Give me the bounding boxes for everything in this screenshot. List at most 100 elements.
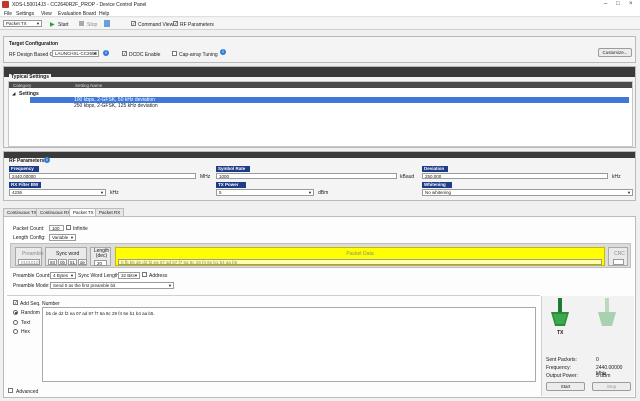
- sync-word-label: Sync word: [56, 251, 80, 257]
- length-label: Length (dec): [93, 248, 110, 259]
- chevron-down-icon: ▼: [134, 273, 138, 278]
- symbol-rate-input[interactable]: 1000: [216, 173, 397, 179]
- whitening-value: No whitening: [425, 190, 452, 195]
- rf-parameters-checkbox[interactable]: ✓: [173, 21, 178, 26]
- menu-file[interactable]: File: [4, 11, 12, 17]
- category-column-header[interactable]: Category: [13, 83, 31, 88]
- tab-packet-tx[interactable]: Packet TX: [69, 208, 98, 216]
- sync-byte-0[interactable]: 93: [48, 259, 57, 265]
- sync-byte-3[interactable]: de: [78, 259, 87, 265]
- dcdc-enable-label: DCDC Enable: [129, 52, 161, 58]
- settings-column-header: [9, 82, 632, 88]
- dcdc-enable-checkbox[interactable]: ✓: [122, 51, 127, 56]
- rf-design-select[interactable]: LAUNCHXL-CC2650 ▼: [52, 50, 99, 57]
- rx-antenna-icon: [598, 298, 616, 326]
- mode-select-value: Packet TX: [6, 21, 27, 26]
- crc-label: CRC: [614, 251, 625, 257]
- command-view-checkbox[interactable]: ✓: [131, 21, 136, 26]
- preamble-box: Preamble 01010101...: [15, 247, 44, 266]
- crc-value[interactable]: [613, 259, 624, 265]
- random-label: Random: [21, 310, 40, 316]
- info-icon[interactable]: i: [44, 157, 50, 163]
- rf-design-label: RF Design Based On:: [9, 52, 58, 58]
- rx-filter-bw-unit: kHz: [110, 190, 119, 196]
- address-checkbox[interactable]: [142, 272, 147, 277]
- collapse-icon[interactable]: ◢: [12, 91, 15, 97]
- status-panel: TX Sent Packets: 0 Frequency: 2440.00000…: [541, 296, 634, 396]
- sent-packets-label: Sent Packets:: [546, 357, 577, 363]
- menu-evaluation-board[interactable]: Evaluation Board: [58, 11, 96, 17]
- save-icon[interactable]: [104, 20, 110, 27]
- tx-label: TX: [557, 330, 564, 336]
- target-config-heading: Target Configuration: [9, 41, 59, 47]
- typical-settings-header-bar: [4, 67, 635, 77]
- info-icon[interactable]: i: [103, 50, 109, 56]
- packet-data-input[interactable]: 0 fb b5 de d2 f2 ea 07 ad 97 f7 6a 8c 29…: [118, 259, 602, 265]
- chevron-down-icon: ▼: [308, 190, 312, 195]
- app-icon: [2, 1, 9, 8]
- rx-filter-bw-select[interactable]: 4236 ▼: [9, 189, 106, 196]
- tab-packet-rx[interactable]: Packet RX: [95, 208, 125, 216]
- hex-label: Hex: [21, 329, 30, 335]
- preamble-value[interactable]: 01010101...: [18, 259, 40, 265]
- frequency-status-label: Frequency:: [546, 365, 572, 371]
- add-seq-number-checkbox[interactable]: ✓: [13, 300, 18, 305]
- output-power-value: 5 dBm: [596, 373, 611, 379]
- toolbar: Packet TX ▼ ▶ Start Stop ✓ Command View ✓…: [0, 18, 640, 30]
- customize-button[interactable]: Customize...: [598, 48, 632, 57]
- rf-parameters-header-bar: [4, 152, 635, 158]
- payload-textarea[interactable]: b5 de d2 f2 ea 07 ad 97 f7 6a 8c 29 f4 6…: [42, 307, 536, 382]
- advanced-checkbox[interactable]: [8, 388, 13, 393]
- menu-settings[interactable]: Settings: [16, 11, 34, 17]
- whitening-label: Whitening: [422, 182, 452, 188]
- list-item[interactable]: 250 kbps, 2-GFSK, 125 kHz deviation: [30, 103, 629, 109]
- menu-bar: File Settings View Evaluation Board Help: [0, 9, 640, 17]
- window-title: XDS-L50014J3 - CC2640R2F_PROP - Device C…: [12, 1, 147, 8]
- length-box: Length (dec) 20: [90, 247, 111, 266]
- title-bar: XDS-L50014J3 - CC2640R2F_PROP - Device C…: [0, 0, 640, 9]
- sync-byte-1[interactable]: 0b: [58, 259, 67, 265]
- packet-count-input[interactable]: 100: [49, 225, 64, 231]
- sync-word-length-select[interactable]: 32 Bits ▼: [118, 272, 140, 279]
- typical-settings-panel: Typical Settings Category Setting Name ◢…: [3, 66, 636, 148]
- frequency-input[interactable]: 2440.00000: [9, 173, 196, 179]
- start-button[interactable]: Start: [58, 22, 69, 28]
- menu-help[interactable]: Help: [99, 11, 109, 17]
- setting-name-column-header[interactable]: Setting Name: [75, 83, 102, 88]
- preamble-count-select[interactable]: 4 Bytes ▼: [50, 272, 76, 279]
- maximize-icon[interactable]: □: [616, 1, 620, 7]
- stop-icon[interactable]: [79, 21, 84, 26]
- symbol-rate-label: Symbol Rate: [216, 166, 250, 172]
- infinite-checkbox[interactable]: [66, 225, 71, 230]
- deviation-input[interactable]: 250.000: [422, 173, 608, 179]
- preamble-label: Preamble: [22, 251, 44, 257]
- stop-button[interactable]: Stop: [592, 382, 631, 391]
- divider: [7, 295, 540, 296]
- close-icon[interactable]: ×: [629, 1, 633, 7]
- minimize-icon[interactable]: –: [604, 1, 607, 7]
- chevron-down-icon: ▼: [168, 283, 172, 288]
- mode-tabs: Continuous TX Continuous RX Packet TX Pa…: [3, 208, 636, 216]
- cap-array-tuning-label: Cap-array Tuning: [179, 52, 218, 58]
- tx-power-select[interactable]: 5 ▼: [216, 189, 314, 196]
- packet-tx-panel: Packet Count: 100 Infinite Length Config…: [3, 216, 636, 398]
- infinite-label: Infinite: [73, 226, 88, 232]
- cap-array-tuning-checkbox[interactable]: [172, 51, 177, 56]
- play-icon[interactable]: ▶: [50, 21, 55, 28]
- hex-radio[interactable]: [13, 329, 18, 334]
- text-label: Text: [21, 320, 31, 326]
- length-input[interactable]: 20: [94, 260, 107, 266]
- packet-structure-bar: Preamble 01010101... Sync word 93 0b 51 …: [10, 243, 631, 268]
- menu-view[interactable]: View: [41, 11, 52, 17]
- crc-box: CRC: [608, 247, 628, 266]
- preamble-mode-select[interactable]: Send 0 as the first preamble bit ▼: [50, 282, 174, 289]
- mode-select[interactable]: Packet TX ▼: [3, 20, 42, 27]
- random-radio[interactable]: [13, 310, 18, 315]
- whitening-select[interactable]: No whitening ▼: [422, 189, 633, 196]
- text-radio[interactable]: [13, 320, 18, 325]
- start-button[interactable]: Start: [546, 382, 585, 391]
- sync-byte-2[interactable]: 51: [68, 259, 77, 265]
- stop-button[interactable]: Stop: [87, 22, 97, 28]
- info-icon[interactable]: i: [220, 49, 226, 55]
- length-config-select[interactable]: Variable ▼: [49, 234, 76, 241]
